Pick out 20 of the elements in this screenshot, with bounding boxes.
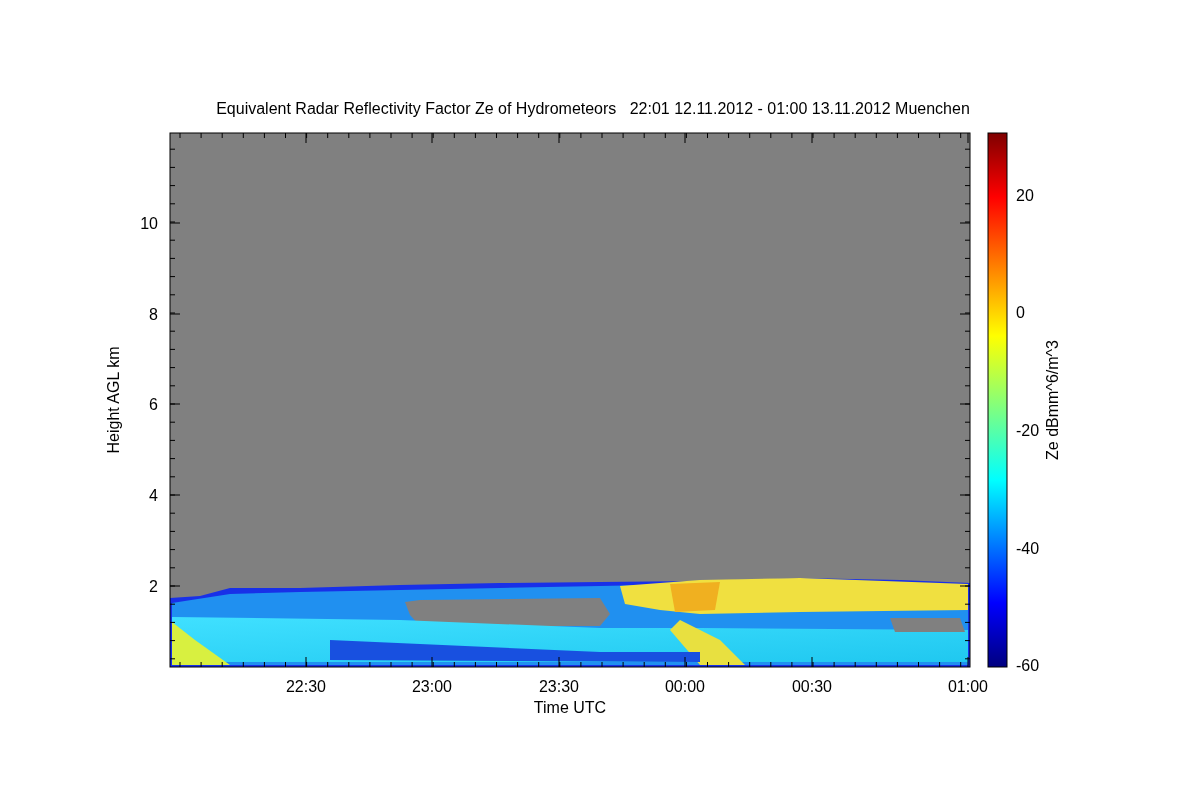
- y-tick-label: 4: [149, 487, 158, 504]
- colorbar-tick-label: -20: [1016, 422, 1040, 439]
- chart-title: Equivalent Radar Reflectivity Factor Ze of Hydrometeors 22:01 12.11.2012 - 01:00 13.11.2012 Muenchen: [216, 100, 970, 117]
- colorbar-tick-label: 20: [1016, 187, 1034, 204]
- colorbar-label: Ze dBmm^6/m^3: [1044, 340, 1061, 460]
- y-tick-label: 8: [149, 306, 158, 323]
- colorbar-tick-label: -60: [1016, 657, 1040, 674]
- colorbar-tick-label: -40: [1016, 540, 1040, 557]
- y-tick-label: 10: [140, 215, 158, 232]
- y-axis-label: Height AGL km: [105, 346, 122, 454]
- y-tick-label: 6: [149, 396, 158, 413]
- x-tick-label: 01:00: [948, 678, 988, 695]
- x-axis-label: Time UTC: [533, 699, 607, 716]
- x-tick-label: 23:30: [539, 678, 579, 695]
- x-tick-label: 00:30: [792, 678, 832, 695]
- x-tick-label: 00:00: [665, 678, 705, 695]
- y-tick-label: 2: [149, 578, 158, 595]
- x-tick-label: 23:00: [412, 678, 452, 695]
- x-tick-label: 22:30: [286, 678, 326, 695]
- colorbar-tick-label: 0: [1016, 304, 1025, 321]
